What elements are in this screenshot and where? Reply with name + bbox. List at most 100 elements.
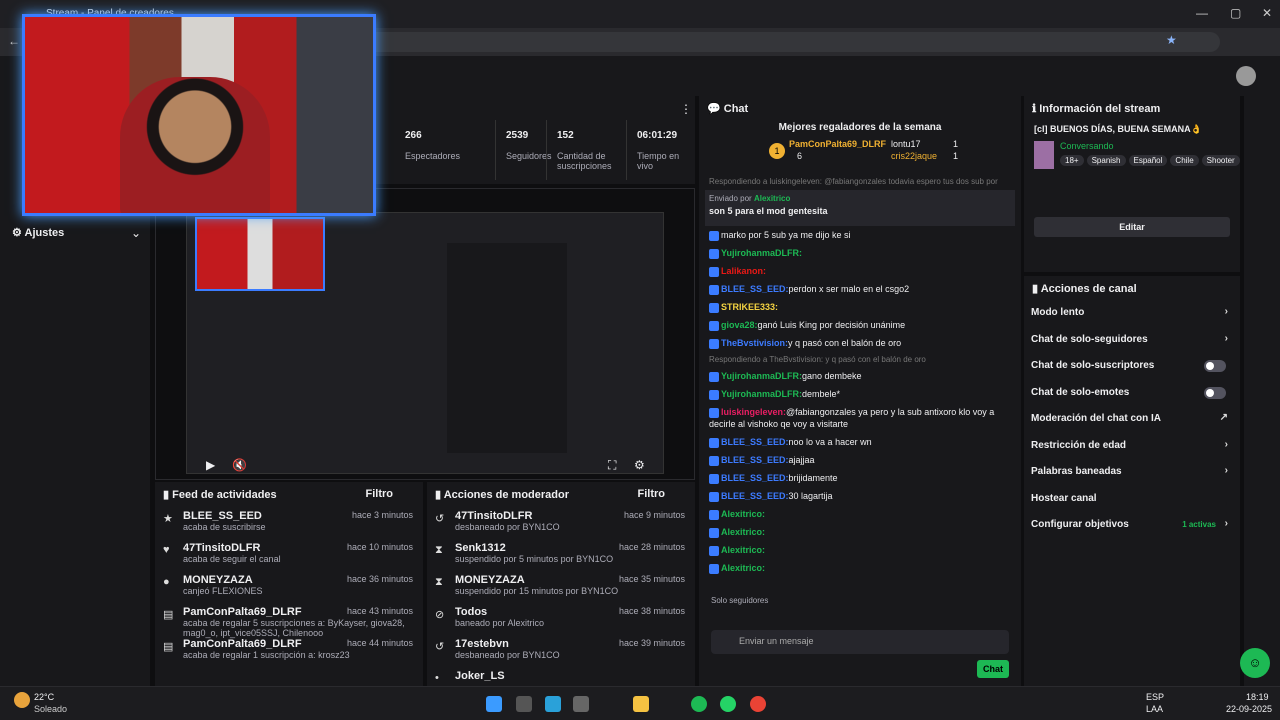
toggle-switch[interactable]: [1204, 360, 1226, 372]
chat-username[interactable]: Lalikanon:: [721, 266, 766, 276]
chat-message[interactable]: BLEE_SS_EED:noo lo va a hacer wn: [699, 433, 1021, 451]
channel-action[interactable]: Modo lento ›: [1024, 300, 1240, 327]
tag[interactable]: Spanish: [1086, 155, 1126, 166]
chat-message[interactable]: YujirohanmaDLFR:dembele*: [699, 385, 1021, 403]
gifter-name[interactable]: lontu17: [891, 139, 921, 149]
channel-action[interactable]: Chat de solo-emotes: [1024, 380, 1240, 407]
search-icon[interactable]: [516, 696, 532, 712]
maximize-icon[interactable]: ▢: [1230, 6, 1241, 20]
chat-message[interactable]: Alexitrico:: [699, 541, 1021, 559]
chat-username[interactable]: TheBvstivision:: [721, 338, 788, 348]
chat-message[interactable]: Alexitrico:: [699, 505, 1021, 523]
channel-action[interactable]: Palabras baneadas ›: [1024, 459, 1240, 486]
chat-message[interactable]: YujirohanmaDLFR:: [699, 244, 1021, 262]
chat-username[interactable]: YujirohanmaDLFR:: [721, 248, 802, 258]
edge-icon[interactable]: [545, 696, 561, 712]
mute-icon[interactable]: 🔇: [232, 458, 247, 472]
chat-username[interactable]: STRIKEE333:: [721, 302, 778, 312]
chat-username[interactable]: YujirohanmaDLFR:: [721, 371, 802, 381]
tag[interactable]: Shooter: [1201, 155, 1240, 166]
chat-username[interactable]: giova28:: [721, 320, 758, 330]
list-item[interactable]: ↺ 17estebvn desbaneado por BYN1CO hace 39 m…: [427, 634, 695, 666]
channel-action[interactable]: Hostear canal: [1024, 486, 1240, 513]
chat-message[interactable]: STRIKEE333:: [699, 298, 1021, 316]
chat-username[interactable]: BLEE_SS_EED:: [721, 437, 789, 447]
list-item[interactable]: ⧗ Senk1312 suspendido por 5 minutos por BY…: [427, 538, 695, 570]
chat-username[interactable]: Alexitrico:: [721, 527, 765, 537]
chat-username[interactable]: Alexitrico:: [721, 545, 765, 555]
tag[interactable]: 18+: [1060, 155, 1084, 166]
chat-message[interactable]: YujirohanmaDLFR:gano dembeke: [699, 367, 1021, 385]
chat-message[interactable]: BLEE_SS_EED:brijidamente: [699, 469, 1021, 487]
channel-action[interactable]: Chat de solo-seguidores ›: [1024, 327, 1240, 354]
chat-message[interactable]: Alexitrico:: [699, 523, 1021, 541]
clock-time[interactable]: 18:19: [1246, 692, 1269, 702]
channel-action[interactable]: Restricción de edad ›: [1024, 433, 1240, 460]
list-item[interactable]: ⧗ MONEYZAZA suspendido por 15 minutos por …: [427, 570, 695, 602]
tag[interactable]: Español: [1128, 155, 1168, 166]
list-item[interactable]: ● MONEYZAZA canjeó FLEXIONES hace 36 minuto…: [155, 570, 423, 602]
more-icon[interactable]: ⋮: [680, 102, 692, 116]
toggle-switch[interactable]: [1204, 386, 1226, 399]
edit-button[interactable]: Editar: [1034, 217, 1230, 237]
list-item[interactable]: ⊘ Todos baneado por Alexitrico hace 38 minu…: [427, 602, 695, 634]
channel-action[interactable]: Configurar objetivos › 1 activas: [1024, 512, 1240, 539]
list-item[interactable]: ★ BLEE_SS_EED acaba de suscribirse hace 3 m…: [155, 506, 423, 538]
chat-message[interactable]: giova28:ganó Luis King por decisión unán…: [699, 316, 1021, 334]
list-item[interactable]: ▤ PamConPalta69_DLRF acaba de regalar 1 su…: [155, 634, 423, 666]
chat-message[interactable]: BLEE_SS_EED:30 lagartija: [699, 487, 1021, 505]
settings-gear-icon[interactable]: ⚙: [634, 458, 645, 472]
category-thumbnail: [1034, 141, 1054, 169]
tag[interactable]: Chile: [1170, 155, 1199, 166]
chevron-down-icon[interactable]: ⌄: [131, 226, 141, 240]
list-item[interactable]: ♥ 47TinsitoDLFR acaba de seguir el canal ha…: [155, 538, 423, 570]
chat-message[interactable]: BLEE_SS_EED:perdon x ser malo en el csgo…: [699, 280, 1021, 298]
category-name[interactable]: Conversando: [1060, 141, 1114, 151]
star-icon[interactable]: ★: [1166, 33, 1177, 47]
chat-message[interactable]: TheBvstivision:y q pasó con el balón de …: [699, 334, 1021, 352]
chat-message[interactable]: BLEE_SS_EED:ajajjaa: [699, 451, 1021, 469]
folder-icon[interactable]: [633, 696, 649, 712]
chat-username[interactable]: BLEE_SS_EED:: [721, 491, 789, 501]
minimize-icon[interactable]: —: [1196, 6, 1208, 20]
avatar[interactable]: [1236, 66, 1256, 86]
channel-actions-panel: ▮ Acciones de canal Modo lento › Chat de s…: [1024, 276, 1240, 686]
chat-username[interactable]: Alexitrico:: [721, 563, 765, 573]
whatsapp-icon[interactable]: [720, 696, 736, 712]
start-icon[interactable]: [486, 696, 502, 712]
store-icon[interactable]: [573, 696, 589, 712]
chat-input[interactable]: Enviar un mensaje: [711, 630, 1009, 654]
chat-username[interactable]: BLEE_SS_EED:: [721, 455, 789, 465]
channel-action[interactable]: Chat de solo-suscriptores: [1024, 353, 1240, 380]
language[interactable]: ESP: [1146, 692, 1164, 702]
chat-bubble-icon[interactable]: ☺: [1240, 648, 1270, 678]
list-item[interactable]: ↺ 47TinsitoDLFR desbaneado por BYN1CO hace …: [427, 506, 695, 538]
settings-nav[interactable]: ⚙ Ajustes: [12, 226, 64, 239]
play-icon[interactable]: ▶: [206, 458, 215, 472]
list-item[interactable]: ▤ PamConPalta69_DLRF acaba de regalar 5 su…: [155, 602, 423, 638]
pinned-message[interactable]: Enviado por Alexitrico son 5 para el mod…: [705, 190, 1015, 226]
keyboard-layout[interactable]: LAA: [1146, 704, 1163, 714]
chat-username[interactable]: BLEE_SS_EED:: [721, 473, 789, 483]
chat-username[interactable]: YujirohanmaDLFR:: [721, 389, 802, 399]
gifter-name[interactable]: PamConPalta69_DLRF: [789, 139, 886, 149]
chat-username[interactable]: BLEE_SS_EED:: [721, 284, 789, 294]
chat-message[interactable]: marko por 5 sub ya me dijo ke si: [699, 226, 1021, 244]
chat-username[interactable]: Alexitrico:: [721, 509, 765, 519]
chat-send-button[interactable]: Chat: [977, 660, 1009, 678]
chat-username[interactable]: luiskingeleven:: [721, 407, 786, 417]
gifter-name[interactable]: cris22jaque: [891, 151, 937, 161]
mod-filter-button[interactable]: Filtro: [638, 488, 666, 500]
spotify-icon[interactable]: [691, 696, 707, 712]
back-icon[interactable]: ←: [8, 34, 20, 48]
chat-message[interactable]: Alexitrico:: [699, 559, 1021, 577]
chat-message[interactable]: luiskingeleven:@fabiangonzales ya pero y…: [699, 403, 1021, 433]
channel-action[interactable]: Moderación del chat con IA ↗: [1024, 406, 1240, 433]
fullscreen-icon[interactable]: ⛶: [608, 458, 616, 473]
clock-date[interactable]: 22-09-2025: [1226, 704, 1272, 714]
close-icon[interactable]: ✕: [1262, 6, 1272, 20]
preview-webcam: [195, 217, 325, 291]
feed-filter-button[interactable]: Filtro: [366, 488, 394, 500]
chat-message[interactable]: Lalikanon:: [699, 262, 1021, 280]
chrome-icon[interactable]: [750, 696, 766, 712]
